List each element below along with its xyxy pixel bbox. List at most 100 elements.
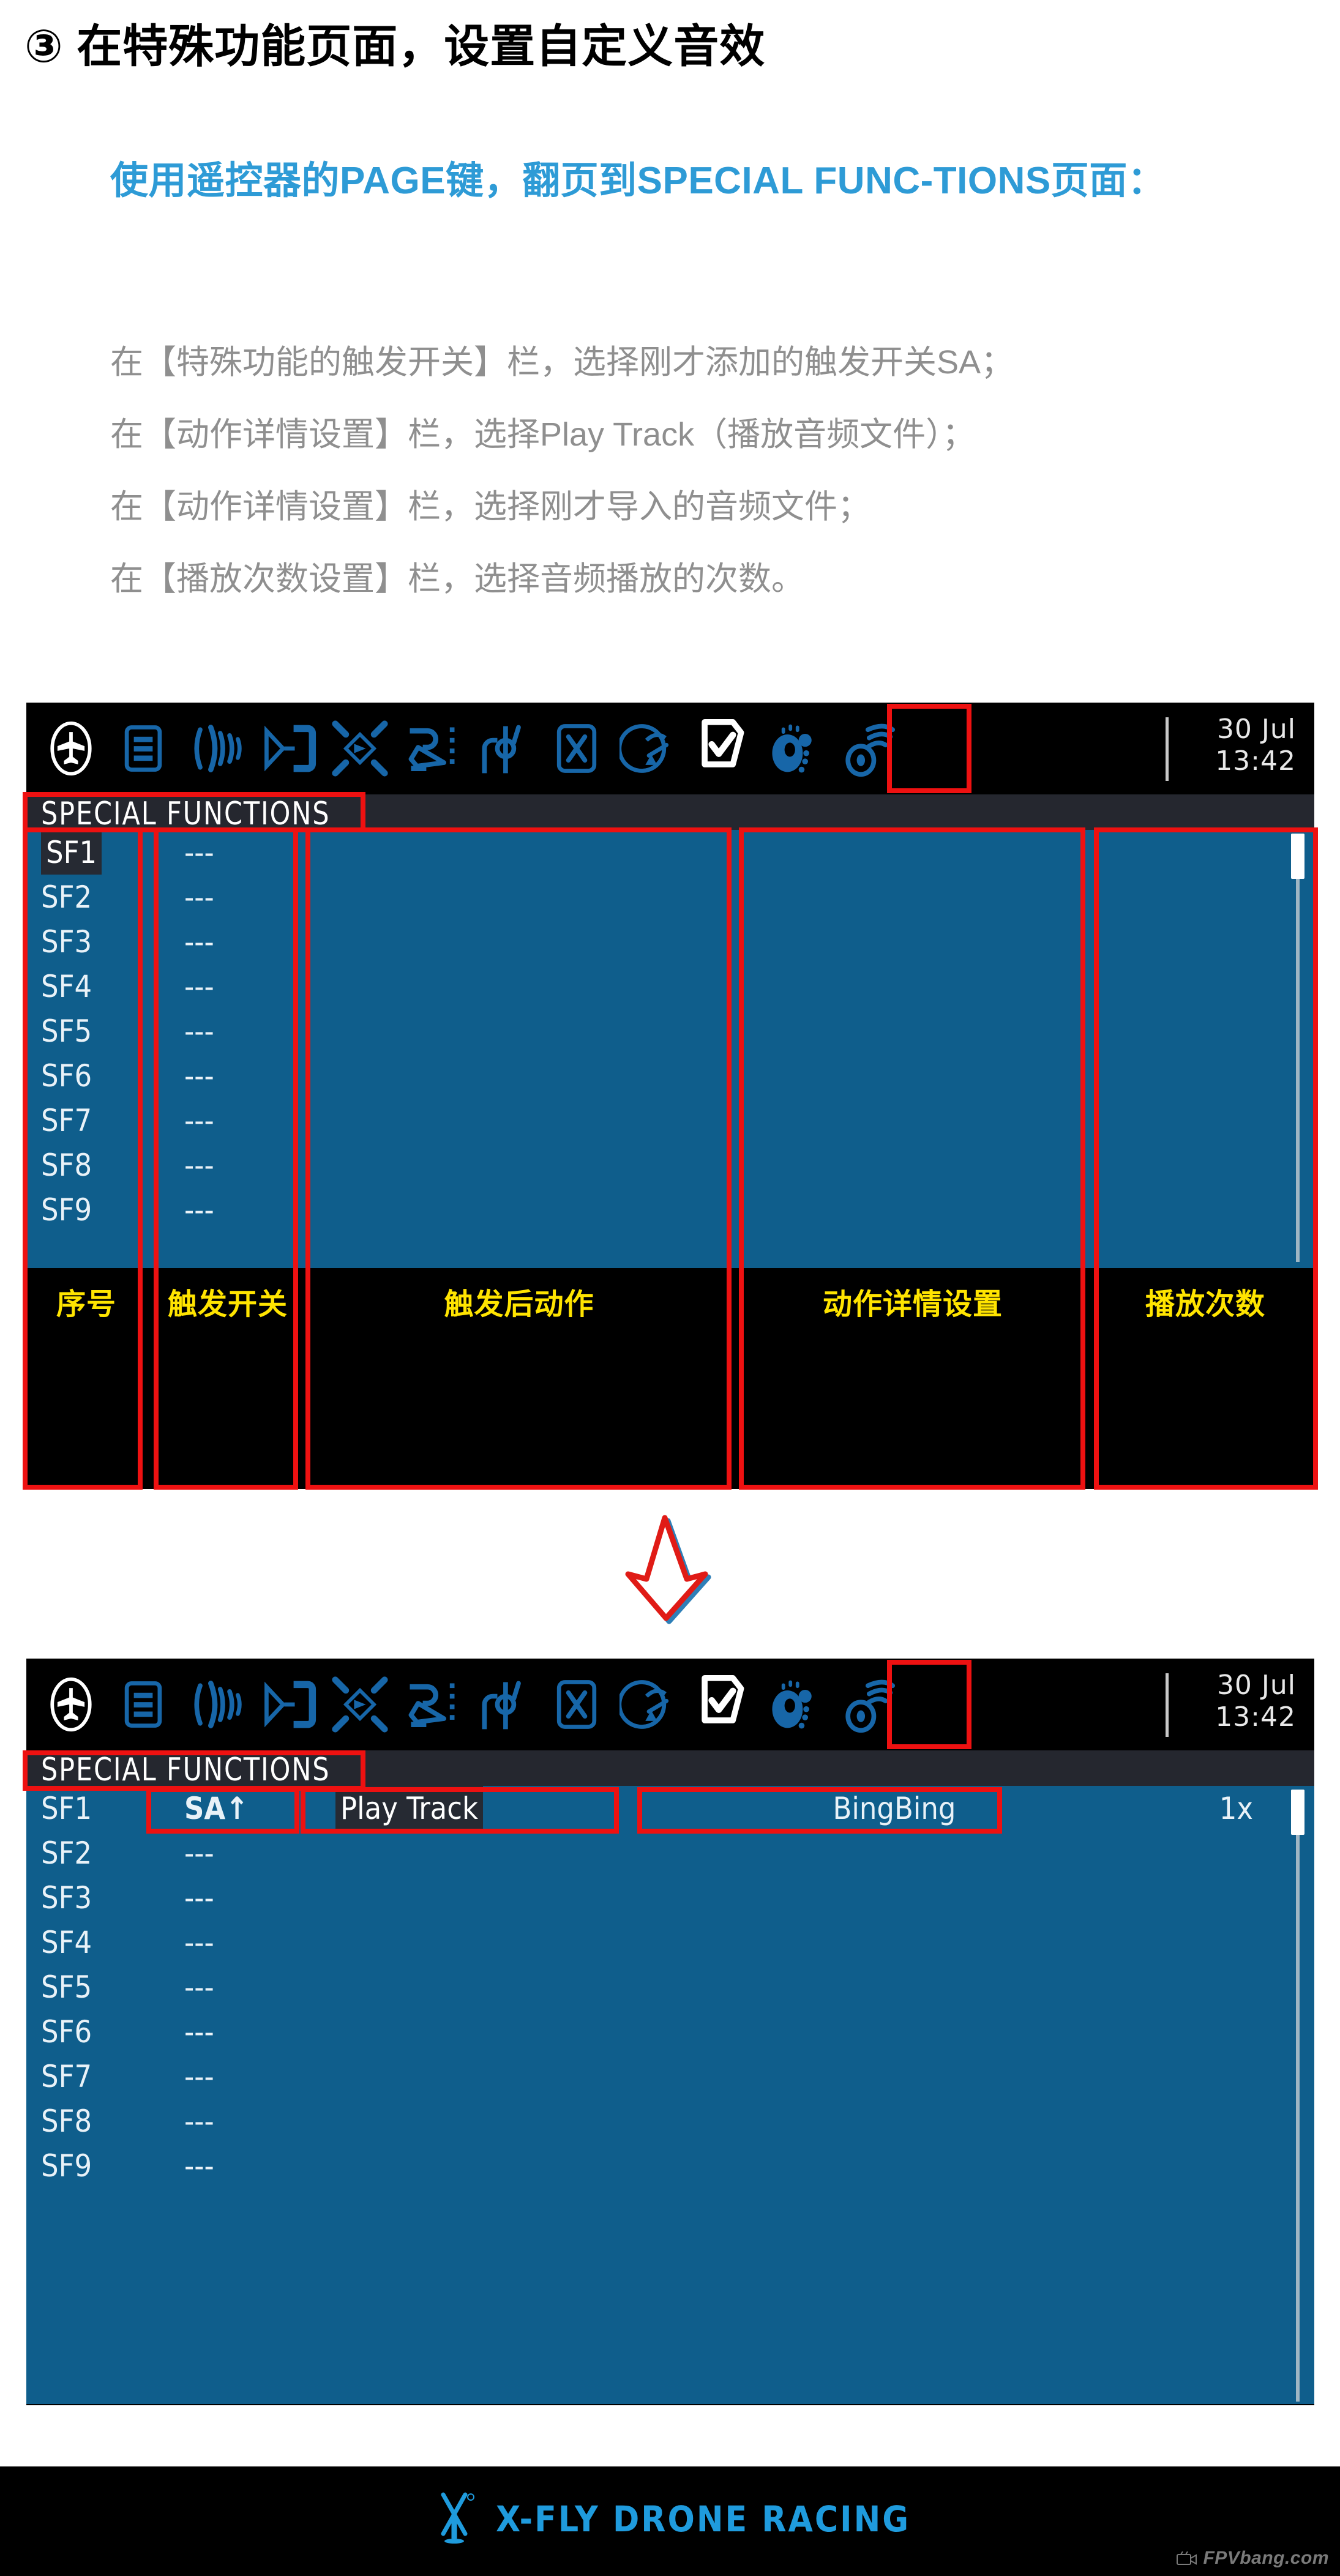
row-index: SF3 xyxy=(41,1880,92,1916)
custom-screen-icon[interactable] xyxy=(757,712,829,785)
table-row[interactable]: SF6 --- xyxy=(26,1053,1314,1098)
vertical-scrollbar[interactable] xyxy=(1291,834,1304,1262)
row-repeat[interactable]: 1x xyxy=(1219,1786,1253,1831)
device-screenshot-before: 30 Jul 13:42 SPECIAL FUNCTIONS SF1 --- S… xyxy=(23,703,1318,1490)
flight-modes-icon[interactable] xyxy=(252,712,324,785)
table-row[interactable]: SF8 --- xyxy=(26,1143,1314,1187)
toolbar-date: 30 Jul xyxy=(1216,1670,1296,1701)
mixer-icon[interactable] xyxy=(396,712,468,785)
legend-row-before: 序号 触发开关 触发后动作 动作详情设置 播放次数 xyxy=(26,1268,1314,1334)
screen-page-title: SPECIAL FUNCTIONS xyxy=(41,796,331,832)
toolbar-icon-group xyxy=(35,703,902,794)
table-row[interactable]: SF8 --- xyxy=(26,2099,1314,2143)
telemetry-icon[interactable] xyxy=(613,1668,685,1741)
row-index: SF7 xyxy=(41,1102,92,1138)
row-trigger[interactable]: --- xyxy=(184,2009,214,2054)
table-row[interactable]: SF4 --- xyxy=(26,964,1314,1009)
row-trigger[interactable]: --- xyxy=(184,2054,214,2099)
curves-icon[interactable] xyxy=(468,712,541,785)
row-trigger[interactable]: --- xyxy=(184,2099,214,2143)
table-row[interactable]: SF6 --- xyxy=(26,2009,1314,2054)
table-row[interactable]: SF9 --- xyxy=(26,1187,1314,1232)
row-index: SF1 xyxy=(41,830,102,875)
row-index: SF8 xyxy=(41,1147,92,1183)
row-index: SF7 xyxy=(41,2058,92,2094)
device-screenshot-after: 30 Jul 13:42 SPECIAL FUNCTIONS SF1 SA↑ P… xyxy=(23,1659,1314,2405)
toolbar-after: 30 Jul 13:42 xyxy=(26,1659,1314,1750)
list-lines-icon[interactable] xyxy=(107,712,179,785)
x-fly-logo-icon xyxy=(441,2492,474,2544)
row-trigger[interactable]: --- xyxy=(184,1920,214,1965)
row-index: SF2 xyxy=(41,879,92,915)
table-row[interactable]: SF2 --- xyxy=(26,1831,1314,1875)
inputs-diamond-icon[interactable] xyxy=(324,712,396,785)
row-index: SF9 xyxy=(41,2148,92,2184)
radio-waves-icon[interactable] xyxy=(179,1668,252,1741)
row-trigger[interactable]: --- xyxy=(184,964,214,1009)
list-lines-icon[interactable] xyxy=(107,1668,179,1741)
instruction-line: 在【动作详情设置】栏，选择刚才导入的音频文件； xyxy=(110,488,870,525)
legend-label: 动作详情设置 xyxy=(822,1288,1003,1321)
toolbar-icon-group xyxy=(35,1659,902,1750)
footer-bar: X-FLY DRONE RACING FPVbang.com xyxy=(0,2466,1340,2576)
page-subtitle: 使用遥控器的PAGE键，翻页到SPECIAL FUNC-TIONS页面： xyxy=(110,160,1166,202)
flow-arrow-down-icon xyxy=(612,1509,716,1626)
legend-label: 序号 xyxy=(56,1288,116,1321)
special-functions-check-icon[interactable] xyxy=(685,1668,757,1741)
page-title: ③ 在特殊功能页面，设置自定义音效 xyxy=(24,21,766,72)
telemetry-icon[interactable] xyxy=(613,712,685,785)
row-trigger[interactable]: --- xyxy=(184,1009,214,1053)
annotation-box-toolbar-sf xyxy=(887,704,971,793)
table-row[interactable]: SF1 --- xyxy=(26,830,1314,875)
table-row[interactable]: SF5 --- xyxy=(26,1009,1314,1053)
watermark: FPVbang.com xyxy=(1176,2548,1329,2569)
row-trigger[interactable]: --- xyxy=(184,1098,214,1143)
logic-switch-x-icon[interactable] xyxy=(541,712,613,785)
scrollbar-thumb[interactable] xyxy=(1291,834,1304,879)
table-row[interactable]: SF1 SA↑ Play Track BingBing 1x xyxy=(26,1786,1314,1831)
scrollbar-thumb[interactable] xyxy=(1291,1790,1304,1835)
model-plane-icon[interactable] xyxy=(35,1668,107,1741)
row-trigger[interactable]: --- xyxy=(184,875,214,919)
row-trigger[interactable]: --- xyxy=(184,2143,214,2188)
page-root: ③ 在特殊功能页面，设置自定义音效 使用遥控器的PAGE键，翻页到SPECIAL… xyxy=(0,0,1340,2576)
table-row[interactable]: SF7 --- xyxy=(26,1098,1314,1143)
row-trigger[interactable]: --- xyxy=(184,1875,214,1920)
table-row[interactable]: SF3 --- xyxy=(26,919,1314,964)
camera-icon xyxy=(1177,2551,1197,2565)
row-trigger[interactable]: --- xyxy=(184,1187,214,1232)
row-detail[interactable]: BingBing xyxy=(754,1786,1035,1831)
flight-modes-icon[interactable] xyxy=(252,1668,324,1741)
row-trigger[interactable]: --- xyxy=(184,1053,214,1098)
special-functions-check-icon[interactable] xyxy=(685,712,757,785)
row-trigger[interactable]: --- xyxy=(184,1831,214,1875)
table-row[interactable]: SF7 --- xyxy=(26,2054,1314,2099)
row-index: SF6 xyxy=(41,2014,92,2050)
row-trigger[interactable]: --- xyxy=(184,919,214,964)
table-row[interactable]: SF9 --- xyxy=(26,2143,1314,2188)
inputs-diamond-icon[interactable] xyxy=(324,1668,396,1741)
row-trigger[interactable]: SA↑ xyxy=(184,1786,249,1831)
table-row[interactable]: SF2 --- xyxy=(26,875,1314,919)
row-index: SF3 xyxy=(41,924,92,960)
mixer-icon[interactable] xyxy=(396,1668,468,1741)
custom-screen-icon[interactable] xyxy=(757,1668,829,1741)
row-action[interactable]: Play Track xyxy=(335,1786,484,1831)
row-trigger[interactable]: --- xyxy=(184,1143,214,1187)
toolbar-divider xyxy=(1166,717,1169,781)
page-header-before: SPECIAL FUNCTIONS xyxy=(26,794,1314,832)
logic-switch-x-icon[interactable] xyxy=(541,1668,613,1741)
radio-waves-icon[interactable] xyxy=(179,712,252,785)
table-row[interactable]: SF4 --- xyxy=(26,1920,1314,1965)
instruction-line: 在【播放次数设置】栏，选择音频播放的次数。 xyxy=(110,561,804,597)
table-row[interactable]: SF3 --- xyxy=(26,1875,1314,1920)
special-functions-table-before: SF1 --- SF2 --- SF3 --- SF4 --- SF5 --- … xyxy=(26,830,1314,1268)
vertical-scrollbar[interactable] xyxy=(1291,1790,1304,2402)
row-trigger[interactable]: --- xyxy=(184,830,214,875)
model-plane-icon[interactable] xyxy=(35,712,107,785)
toolbar-time: 13:42 xyxy=(1215,1701,1296,1733)
curves-icon[interactable] xyxy=(468,1668,541,1741)
brand-logo: X-FLY DRONE RACING xyxy=(437,2490,910,2548)
table-row[interactable]: SF5 --- xyxy=(26,1965,1314,2009)
row-trigger[interactable]: --- xyxy=(184,1965,214,2009)
